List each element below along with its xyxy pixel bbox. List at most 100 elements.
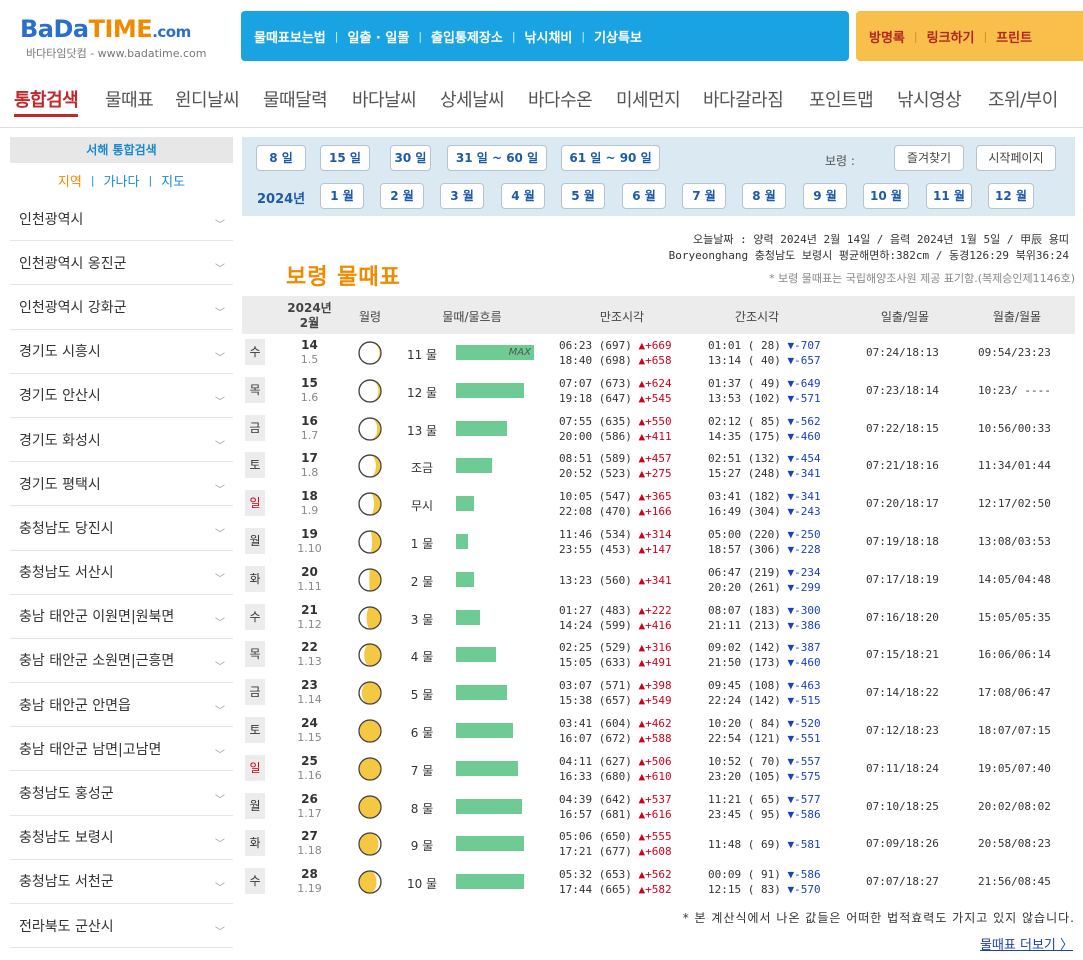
station-info: Boryeonghang 충청남도 보령시 평균해면하:382cm / 동경12… [668,249,1069,262]
high-tide-time: 17:44 (665) [559,883,639,897]
tide-row: 일 25 1.16 7 물 04:11 (627) ▲+506 16:33 (680) ▲… [242,750,1075,788]
top-nav-item[interactable]: 낚시채비 [525,27,573,46]
period-button[interactable]: 31 일 ~ 60 일 [447,145,547,171]
top-nav-item[interactable]: 일출 · 일몰 [347,27,409,46]
tide-row: 목 15 1.6 12 물 07:07 (673) ▲+624 19:18 (647) ▲… [242,372,1075,410]
month-button[interactable]: 11 월 [926,183,972,209]
region-item[interactable]: 경기도 평택시 ﹀ [10,462,233,507]
chevron-down-icon: ﹀ [215,308,225,320]
tide-name: 10 물 [406,877,438,892]
high-tide-time: 16:33 (680) [559,769,639,783]
top-nav-item[interactable]: 물때표보는법 [254,27,326,46]
region-item[interactable]: 충청남도 서산시 ﹀ [10,551,233,595]
favorite-button[interactable]: 즐겨찾기 [894,145,964,171]
high-tide-time: 04:39 (642) [559,792,639,806]
day-number: 14 [301,338,318,352]
month-button[interactable]: 2 월 [380,183,424,209]
main-tab[interactable]: 바다갈라짐 [703,86,784,112]
low-tide-time: 18:57 (306) [708,542,788,556]
month-button[interactable]: 8 월 [742,183,786,209]
filter-alphabetical[interactable]: 가나다 [104,171,140,190]
sunrise-sunset: 07:12/18:23 [866,723,939,737]
high-tide-time: 15:05 (633) [559,656,639,670]
high-tide-diff: ▲+314 [638,527,672,541]
main-tab[interactable]: 바다수온 [528,86,593,112]
low-tide-diff: ▼-234 [787,565,821,579]
low-tide-diff: ▼-562 [787,414,821,428]
utility-nav-item[interactable]: 프린트 [996,27,1032,46]
month-button[interactable]: 12 월 [988,183,1034,209]
moonrise-moonset: 10:56/00:33 [978,421,1051,435]
month-button[interactable]: 6 월 [622,183,666,209]
main-tab[interactable]: 낚시영상 [897,86,962,112]
region-item[interactable]: 충남 태안군 남면|고남면 ﹀ [10,727,233,772]
tide-row: 화 20 1.11 2 물 13:23 (560) ▲+341 06:47 (219) ▼… [242,561,1075,599]
region-item[interactable]: 충남 태안군 소원면|근흥면 ﹀ [10,639,233,684]
utility-nav-item[interactable]: 방명록 [869,27,905,46]
period-button[interactable]: 61 일 ~ 90 일 [561,145,660,171]
low-tide: 09:02 (142) ▼-387 21:50 (173) ▼-460 [708,640,821,670]
high-tide-diff: ▲+537 [638,792,672,806]
moon-phase-icon [357,794,383,820]
main-tab[interactable]: 물때표 [105,86,154,112]
header-date: 2024년 2월 [287,301,332,330]
month-button[interactable]: 3 월 [440,183,484,209]
top-nav-item[interactable]: 기상특보 [594,27,642,46]
high-tide-time: 04:11 (627) [559,754,639,768]
top-nav-item[interactable]: 출입통제장소 [431,27,503,46]
filter-map[interactable]: 지도 [161,171,185,190]
filter-region[interactable]: 지역 [58,171,82,190]
region-item[interactable]: 경기도 시흥시 ﹀ [10,330,233,374]
region-item[interactable]: 충청남도 당진시 ﹀ [10,506,233,551]
month-button[interactable]: 10 월 [863,183,909,209]
region-item[interactable]: 경기도 화성시 ﹀ [10,418,233,463]
tide-flow-bar [456,685,534,701]
period-button[interactable]: 8 일 [256,145,306,171]
main-tab[interactable]: 포인트맵 [809,86,874,112]
period-button[interactable]: 30 일 [390,145,431,171]
main-tab[interactable]: 미세먼지 [616,86,681,112]
chevron-down-icon: ﹀ [215,441,225,453]
month-button[interactable]: 9 월 [803,183,847,209]
main-tab[interactable]: 상세날씨 [440,86,505,112]
utility-nav-item[interactable]: 링크하기 [927,27,975,46]
side-utility-nav: 방명록 | 링크하기 | 프린트 [856,11,1083,61]
low-tide-diff: ▼-707 [787,339,821,352]
main-tab[interactable]: 통합검색 [14,86,79,117]
period-button[interactable]: 15 일 [320,145,370,171]
region-item[interactable]: 인천광역시 강화군 ﹀ [10,285,233,330]
tide-flow-fill [456,685,507,701]
main-tab[interactable]: 조위/부이 [988,86,1058,112]
tide-row: 월 26 1.17 8 물 04:39 (642) ▲+537 16:57 (681) ▲… [242,788,1075,826]
region-item[interactable]: 전라북도 군산시 ﹀ [10,904,233,949]
region-item[interactable]: 충청남도 홍성군 ﹀ [10,771,233,816]
more-tide-tables-link[interactable]: 물때표 더보기 〉 [980,934,1073,953]
low-tide-diff: ▼-557 [787,754,821,768]
month-button[interactable]: 1 월 [320,183,364,209]
region-item[interactable]: 충남 태안군 안면읍 ﹀ [10,683,233,728]
region-item[interactable]: 충남 태안군 이원면|원북면 ﹀ [10,595,233,639]
month-button[interactable]: 4 월 [501,183,545,209]
region-label: 인천광역시 [19,211,84,228]
low-tide-time: 05:00 (220) [708,527,788,541]
main-tab[interactable]: 바다날씨 [352,86,417,112]
weekday-badge: 화 [245,565,265,592]
site-logo[interactable]: BaDaTIME.com 바다타임닷컴 - www.badatime.com [20,14,230,64]
region-item[interactable]: 충청남도 서천군 ﹀ [10,860,233,904]
month-button[interactable]: 7 월 [682,183,726,209]
lunar-date: 1.7 [300,428,319,442]
region-item[interactable]: 경기도 안산시 ﹀ [10,374,233,418]
region-item[interactable]: 인천광역시 옹진군 ﹀ [10,241,233,286]
low-tide: 10:52 ( 70) ▼-557 23:20 (105) ▼-575 [708,754,821,784]
region-item[interactable]: 충청남도 보령시 ﹀ [10,816,233,860]
chevron-down-icon: ﹀ [215,882,225,894]
main-tab[interactable]: 물때달력 [263,86,328,112]
day-number: 19 [301,526,318,541]
main-tab[interactable]: 윈디날씨 [175,86,240,112]
sunrise-sunset: 07:17/18:19 [866,572,939,586]
month-button[interactable]: 5 월 [561,183,605,209]
low-tide-time: 16:49 (304) [708,505,788,519]
high-tide-diff: ▲+316 [638,641,672,655]
start-page-button[interactable]: 시작페이지 [976,145,1056,171]
region-item[interactable]: 인천광역시 ﹀ [10,197,233,242]
